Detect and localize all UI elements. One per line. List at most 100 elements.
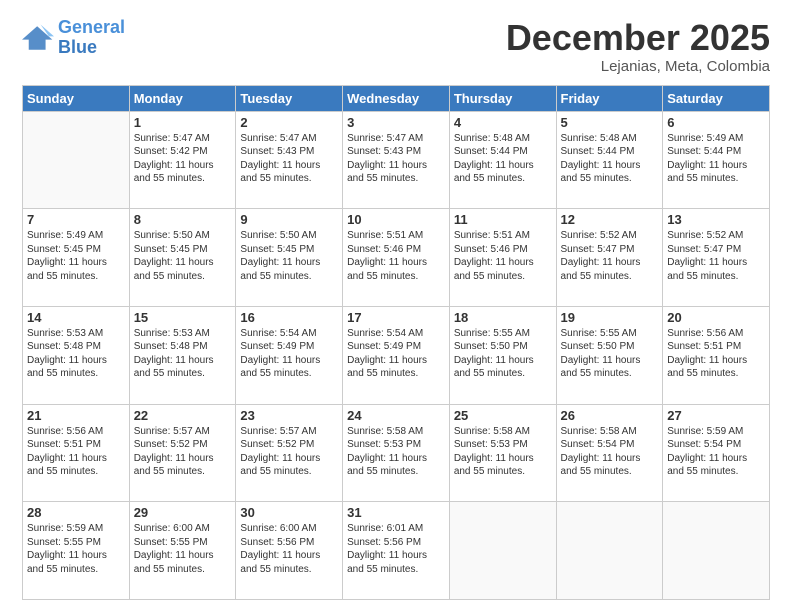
day-info: Sunrise: 5:52 AM Sunset: 5:47 PM Dayligh…	[561, 229, 659, 283]
day-number: 27	[667, 408, 765, 423]
calendar-cell: 17Sunrise: 5:54 AM Sunset: 5:49 PM Dayli…	[343, 306, 450, 404]
day-number: 22	[134, 408, 232, 423]
calendar-cell: 4 Sunrise: 5:48 AM Sunset: 5:44 PM Daylig…	[449, 111, 556, 209]
calendar-cell: 16 Sunrise: 5:54 AM Sunset: 5:49 PM Dayli…	[236, 306, 343, 404]
calendar-header-row: Sunday Monday Tuesday Wednesday Thursday…	[23, 85, 770, 111]
calendar-cell: 15Sunrise: 5:53 AM Sunset: 5:48 PM Dayli…	[129, 306, 236, 404]
day-number: 13	[667, 212, 765, 227]
day-info: Sunrise: 5:52 AM Sunset: 5:47 PM Dayligh…	[667, 229, 765, 283]
day-info: Sunrise: 5:59 AM Sunset: 5:55 PM Dayligh…	[27, 522, 125, 576]
day-info: Sunrise: 5:53 AM Sunset: 5:48 PM Dayligh…	[27, 327, 125, 381]
day-info: Sunrise: 5:48 AM Sunset: 5:44 PM Dayligh…	[561, 132, 659, 186]
day-info: Sunrise: 5:49 AM Sunset: 5:45 PM Dayligh…	[27, 229, 125, 283]
day-number: 10	[347, 212, 445, 227]
calendar-cell: 29 Sunrise: 6:00 AM Sunset: 5:55 PM Dayli…	[129, 502, 236, 600]
calendar-cell: 26 Sunrise: 5:58 AM Sunset: 5:54 PM Dayli…	[556, 404, 663, 502]
month-title: December 2025	[506, 18, 770, 58]
calendar-cell: 10Sunrise: 5:51 AM Sunset: 5:46 PM Dayli…	[343, 209, 450, 307]
header: General Blue December 2025 Lejanias, Met…	[22, 18, 770, 75]
col-sunday: Sunday	[23, 85, 130, 111]
day-info: Sunrise: 5:58 AM Sunset: 5:54 PM Dayligh…	[561, 425, 659, 479]
day-number: 7	[27, 212, 125, 227]
day-number: 15	[134, 310, 232, 325]
col-saturday: Saturday	[663, 85, 770, 111]
day-info: Sunrise: 5:47 AM Sunset: 5:43 PM Dayligh…	[347, 132, 445, 186]
calendar-week-5: 28 Sunrise: 5:59 AM Sunset: 5:55 PM Dayli…	[23, 502, 770, 600]
day-number: 9	[240, 212, 338, 227]
day-number: 11	[454, 212, 552, 227]
calendar-week-1: 1Sunrise: 5:47 AM Sunset: 5:42 PM Daylig…	[23, 111, 770, 209]
logo-text: General Blue	[58, 18, 125, 58]
day-info: Sunrise: 5:59 AM Sunset: 5:54 PM Dayligh…	[667, 425, 765, 479]
day-number: 5	[561, 115, 659, 130]
day-info: Sunrise: 5:57 AM Sunset: 5:52 PM Dayligh…	[134, 425, 232, 479]
col-friday: Friday	[556, 85, 663, 111]
day-number: 23	[240, 408, 338, 423]
day-number: 6	[667, 115, 765, 130]
day-number: 2	[240, 115, 338, 130]
day-info: Sunrise: 5:56 AM Sunset: 5:51 PM Dayligh…	[27, 425, 125, 479]
day-info: Sunrise: 5:47 AM Sunset: 5:43 PM Dayligh…	[240, 132, 338, 186]
day-info: Sunrise: 5:58 AM Sunset: 5:53 PM Dayligh…	[347, 425, 445, 479]
title-block: December 2025 Lejanias, Meta, Colombia	[506, 18, 770, 75]
day-info: Sunrise: 5:50 AM Sunset: 5:45 PM Dayligh…	[134, 229, 232, 283]
day-number: 12	[561, 212, 659, 227]
day-info: Sunrise: 5:48 AM Sunset: 5:44 PM Dayligh…	[454, 132, 552, 186]
day-info: Sunrise: 6:01 AM Sunset: 5:56 PM Dayligh…	[347, 522, 445, 576]
day-number: 1	[134, 115, 232, 130]
calendar-week-4: 21 Sunrise: 5:56 AM Sunset: 5:51 PM Dayli…	[23, 404, 770, 502]
day-info: Sunrise: 5:49 AM Sunset: 5:44 PM Dayligh…	[667, 132, 765, 186]
day-number: 28	[27, 505, 125, 520]
col-wednesday: Wednesday	[343, 85, 450, 111]
calendar-body: 1Sunrise: 5:47 AM Sunset: 5:42 PM Daylig…	[23, 111, 770, 599]
day-info: Sunrise: 6:00 AM Sunset: 5:55 PM Dayligh…	[134, 522, 232, 576]
calendar-cell: 20 Sunrise: 5:56 AM Sunset: 5:51 PM Dayli…	[663, 306, 770, 404]
calendar-cell: 7 Sunrise: 5:49 AM Sunset: 5:45 PM Daylig…	[23, 209, 130, 307]
calendar-cell: 30Sunrise: 6:00 AM Sunset: 5:56 PM Dayli…	[236, 502, 343, 600]
calendar-cell: 6 Sunrise: 5:49 AM Sunset: 5:44 PM Daylig…	[663, 111, 770, 209]
calendar-cell: 12 Sunrise: 5:52 AM Sunset: 5:47 PM Dayli…	[556, 209, 663, 307]
day-info: Sunrise: 5:56 AM Sunset: 5:51 PM Dayligh…	[667, 327, 765, 381]
logo-icon	[22, 24, 54, 52]
day-number: 14	[27, 310, 125, 325]
calendar-cell: 11 Sunrise: 5:51 AM Sunset: 5:46 PM Dayli…	[449, 209, 556, 307]
calendar-cell	[449, 502, 556, 600]
calendar: Sunday Monday Tuesday Wednesday Thursday…	[22, 85, 770, 600]
day-number: 20	[667, 310, 765, 325]
calendar-cell: 22 Sunrise: 5:57 AM Sunset: 5:52 PM Dayli…	[129, 404, 236, 502]
calendar-cell: 21 Sunrise: 5:56 AM Sunset: 5:51 PM Dayli…	[23, 404, 130, 502]
calendar-cell: 3 Sunrise: 5:47 AM Sunset: 5:43 PM Daylig…	[343, 111, 450, 209]
day-info: Sunrise: 5:55 AM Sunset: 5:50 PM Dayligh…	[454, 327, 552, 381]
day-info: Sunrise: 6:00 AM Sunset: 5:56 PM Dayligh…	[240, 522, 338, 576]
calendar-cell	[556, 502, 663, 600]
calendar-cell: 9Sunrise: 5:50 AM Sunset: 5:45 PM Daylig…	[236, 209, 343, 307]
day-number: 19	[561, 310, 659, 325]
col-monday: Monday	[129, 85, 236, 111]
day-number: 3	[347, 115, 445, 130]
day-info: Sunrise: 5:57 AM Sunset: 5:52 PM Dayligh…	[240, 425, 338, 479]
calendar-cell: 24 Sunrise: 5:58 AM Sunset: 5:53 PM Dayli…	[343, 404, 450, 502]
day-number: 21	[27, 408, 125, 423]
day-number: 26	[561, 408, 659, 423]
logo-line1: General	[58, 17, 125, 37]
day-number: 8	[134, 212, 232, 227]
day-number: 17	[347, 310, 445, 325]
calendar-cell	[663, 502, 770, 600]
day-info: Sunrise: 5:51 AM Sunset: 5:46 PM Dayligh…	[454, 229, 552, 283]
calendar-week-3: 14 Sunrise: 5:53 AM Sunset: 5:48 PM Dayli…	[23, 306, 770, 404]
day-number: 25	[454, 408, 552, 423]
day-info: Sunrise: 5:54 AM Sunset: 5:49 PM Dayligh…	[240, 327, 338, 381]
calendar-cell: 25 Sunrise: 5:58 AM Sunset: 5:53 PM Dayli…	[449, 404, 556, 502]
day-number: 24	[347, 408, 445, 423]
day-number: 29	[134, 505, 232, 520]
day-number: 4	[454, 115, 552, 130]
day-number: 18	[454, 310, 552, 325]
day-number: 16	[240, 310, 338, 325]
calendar-cell: 28 Sunrise: 5:59 AM Sunset: 5:55 PM Dayli…	[23, 502, 130, 600]
calendar-cell: 1Sunrise: 5:47 AM Sunset: 5:42 PM Daylig…	[129, 111, 236, 209]
calendar-week-2: 7 Sunrise: 5:49 AM Sunset: 5:45 PM Daylig…	[23, 209, 770, 307]
day-info: Sunrise: 5:58 AM Sunset: 5:53 PM Dayligh…	[454, 425, 552, 479]
logo-line2: Blue	[58, 37, 97, 57]
page: General Blue December 2025 Lejanias, Met…	[0, 0, 792, 612]
day-number: 31	[347, 505, 445, 520]
